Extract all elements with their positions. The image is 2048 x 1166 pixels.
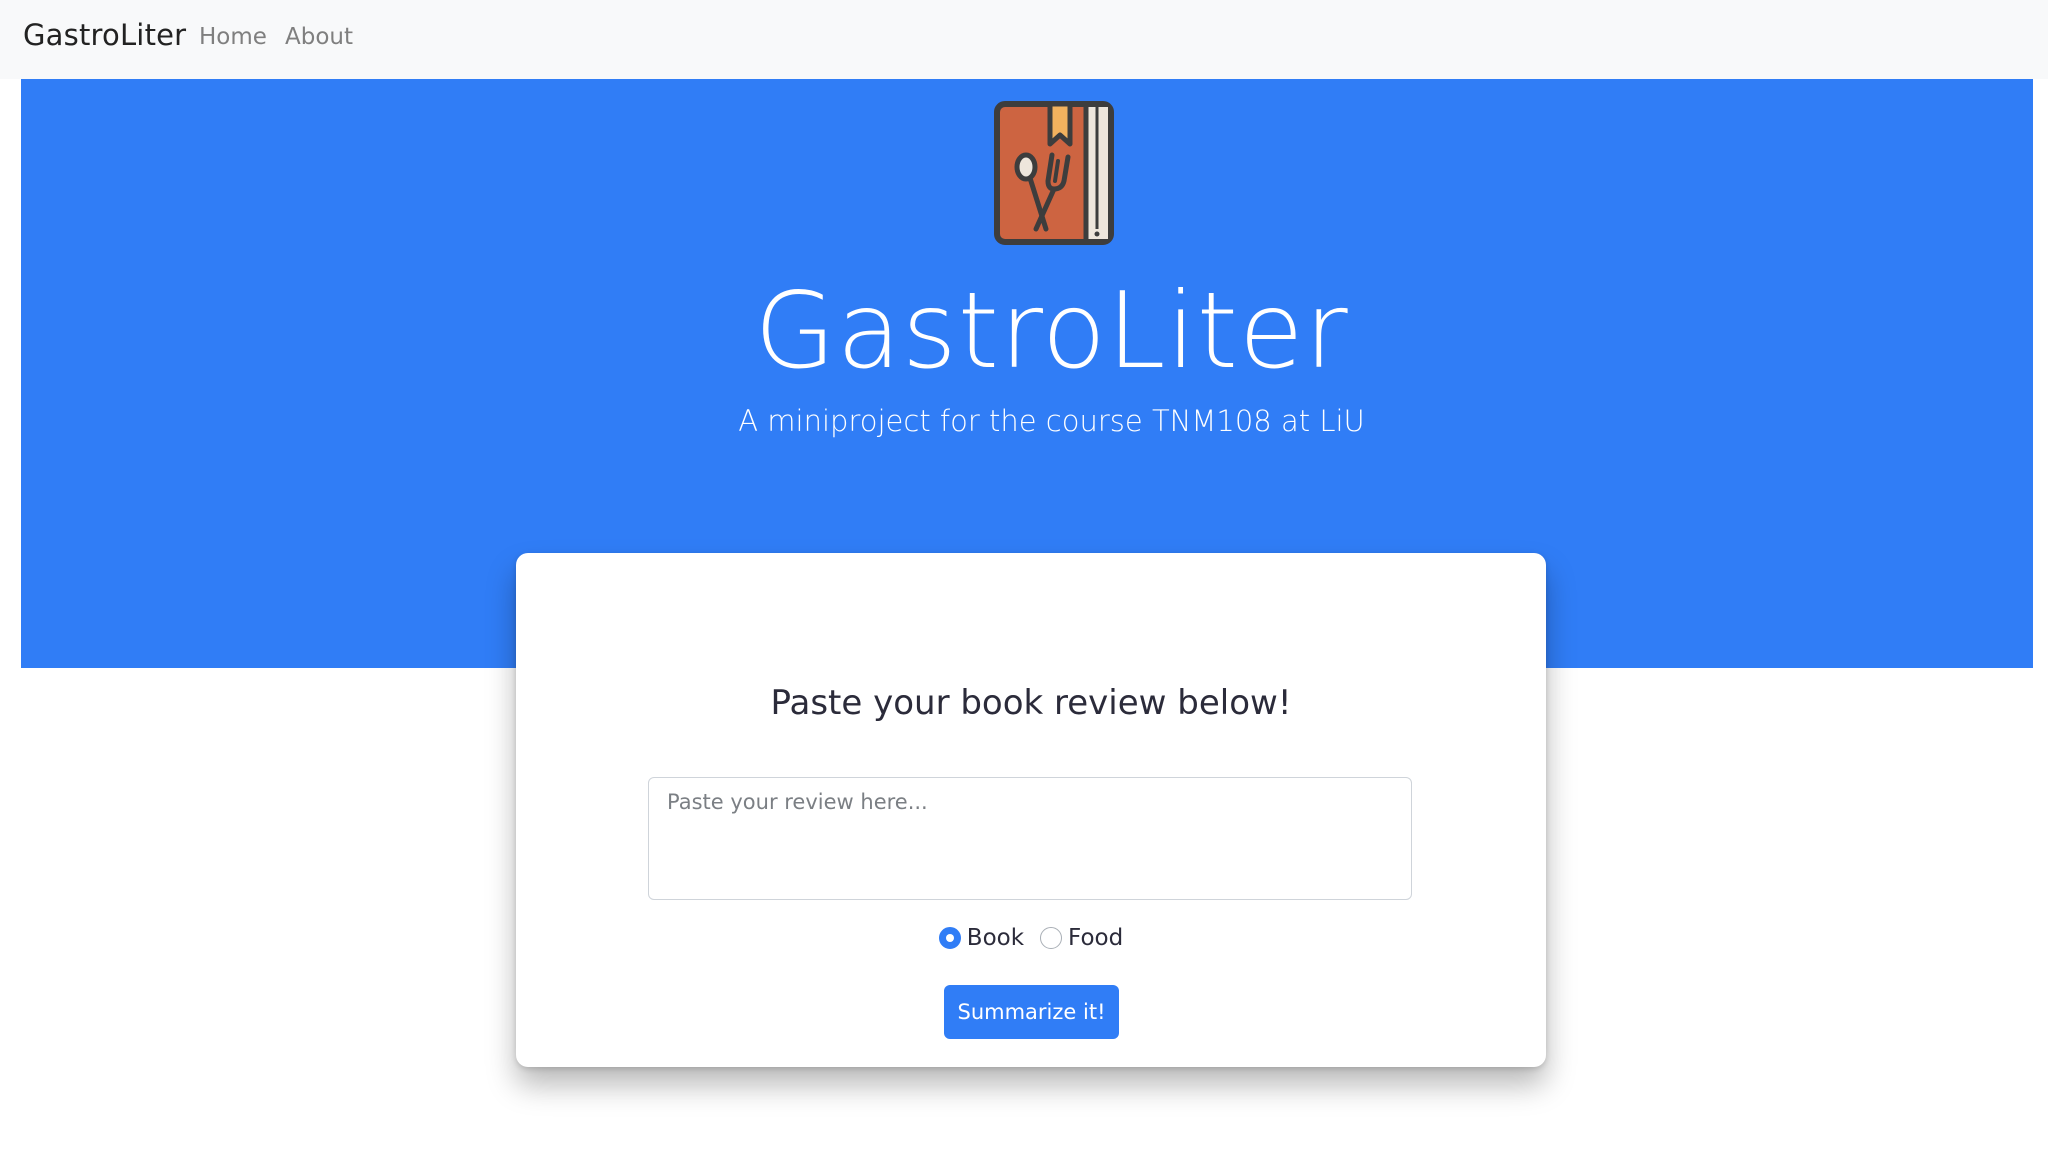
nav-link-about[interactable]: About [285, 24, 353, 50]
radio-label-book: Book [966, 925, 1025, 951]
navbar: GastroLiter Home About [0, 0, 2048, 79]
cookbook-icon [994, 101, 1114, 245]
navbar-brand[interactable]: GastroLiter [23, 18, 186, 52]
hero-title: GastroLiter [754, 270, 1349, 392]
review-textarea[interactable] [648, 777, 1412, 900]
radio-button-book[interactable] [938, 927, 961, 949]
summarize-button[interactable]: Summarize it! [944, 985, 1119, 1039]
hero-subtitle: A miniproject for the course TNM108 at L… [738, 404, 1365, 438]
radio-option-food[interactable]: Food [1040, 925, 1123, 951]
review-card: Paste your book review below! Book Food … [516, 553, 1546, 1067]
radio-button-food[interactable] [1040, 927, 1063, 949]
radio-option-book[interactable]: Book [938, 925, 1025, 951]
category-radio-group: Book Food [516, 925, 1546, 951]
radio-label-food: Food [1068, 925, 1124, 951]
form-heading: Paste your book review below! [770, 683, 1292, 723]
nav-link-home[interactable]: Home [199, 24, 267, 50]
